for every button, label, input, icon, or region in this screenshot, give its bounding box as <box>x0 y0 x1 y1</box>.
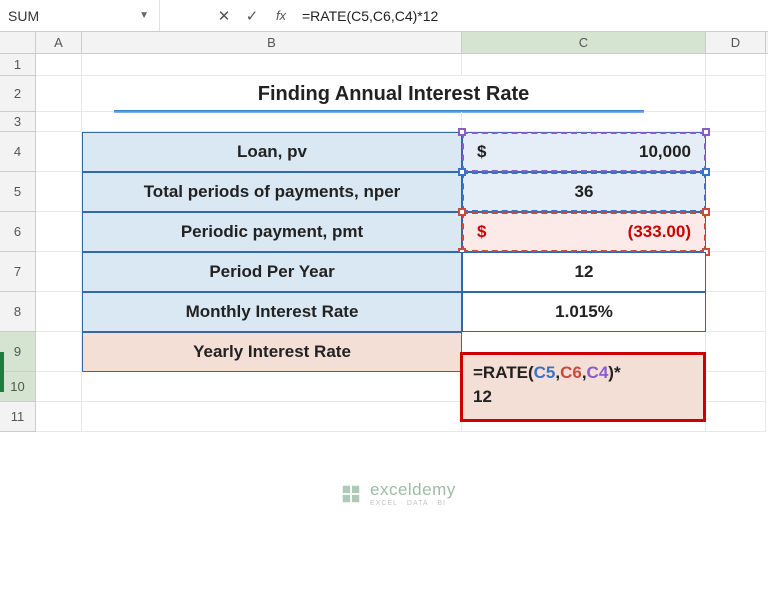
row-header-3[interactable]: 3 <box>0 112 36 132</box>
page-title: Finding Annual Interest Rate <box>82 76 705 112</box>
cell-C8[interactable]: 1.015% <box>462 292 706 332</box>
name-box-dropdown-icon[interactable]: ▼ <box>133 10 155 21</box>
row-header-9[interactable]: 9 <box>0 332 36 372</box>
row-header-1[interactable]: 1 <box>0 54 36 76</box>
label-nper: Total periods of payments, nper <box>83 173 461 211</box>
active-row-indicator <box>0 352 4 392</box>
watermark-brand: exceldemy <box>370 480 456 500</box>
formula-input[interactable]: =RATE(C5,C6,C4)*12 <box>296 8 768 24</box>
formula-editing-cell[interactable]: =RATE(C5,C6,C4)*12 <box>460 352 706 422</box>
row-header-7[interactable]: 7 <box>0 252 36 292</box>
fx-icon[interactable]: fx <box>266 8 296 23</box>
label-pmt: Periodic payment, pmt <box>83 213 461 251</box>
row-header-4[interactable]: 4 <box>0 132 36 172</box>
cell-C7[interactable]: 12 <box>462 252 706 292</box>
row-header-6[interactable]: 6 <box>0 212 36 252</box>
cell-C4[interactable]: $10,000 <box>462 132 706 172</box>
grid: 1 2 Finding Annual Interest Rate 3 4 Loa… <box>0 54 768 432</box>
label-monthly-rate: Monthly Interest Rate <box>83 293 461 331</box>
row-header-2[interactable]: 2 <box>0 76 36 112</box>
cell-C6[interactable]: $(333.00) <box>462 212 706 252</box>
cell-C5[interactable]: 36 <box>462 172 706 212</box>
name-box[interactable]: SUM <box>8 8 133 24</box>
watermark-tagline: EXCEL · DATA · BI <box>370 500 456 507</box>
col-header-A[interactable]: A <box>36 32 82 53</box>
row-header-8[interactable]: 8 <box>0 292 36 332</box>
name-box-container[interactable]: SUM ▼ <box>0 0 160 31</box>
label-loan-pv: Loan, pv <box>83 133 461 171</box>
label-yearly-rate: Yearly Interest Rate <box>83 333 461 371</box>
col-header-B[interactable]: B <box>82 32 462 53</box>
column-headers: A B C D <box>0 32 768 54</box>
row-header-5[interactable]: 5 <box>0 172 36 212</box>
cancel-icon[interactable]: ✕ <box>210 7 238 25</box>
col-header-C[interactable]: C <box>462 32 706 53</box>
col-header-D[interactable]: D <box>706 32 766 53</box>
select-all-corner[interactable] <box>0 32 36 53</box>
row-header-10[interactable]: 10 <box>0 372 36 402</box>
enter-icon[interactable]: ✓ <box>238 7 266 25</box>
watermark-logo-icon <box>340 483 362 505</box>
row-header-11[interactable]: 11 <box>0 402 36 432</box>
label-period-per-year: Period Per Year <box>83 253 461 291</box>
watermark: exceldemy EXCEL · DATA · BI <box>340 480 456 507</box>
formula-bar: SUM ▼ ✕ ✓ fx =RATE(C5,C6,C4)*12 <box>0 0 768 32</box>
